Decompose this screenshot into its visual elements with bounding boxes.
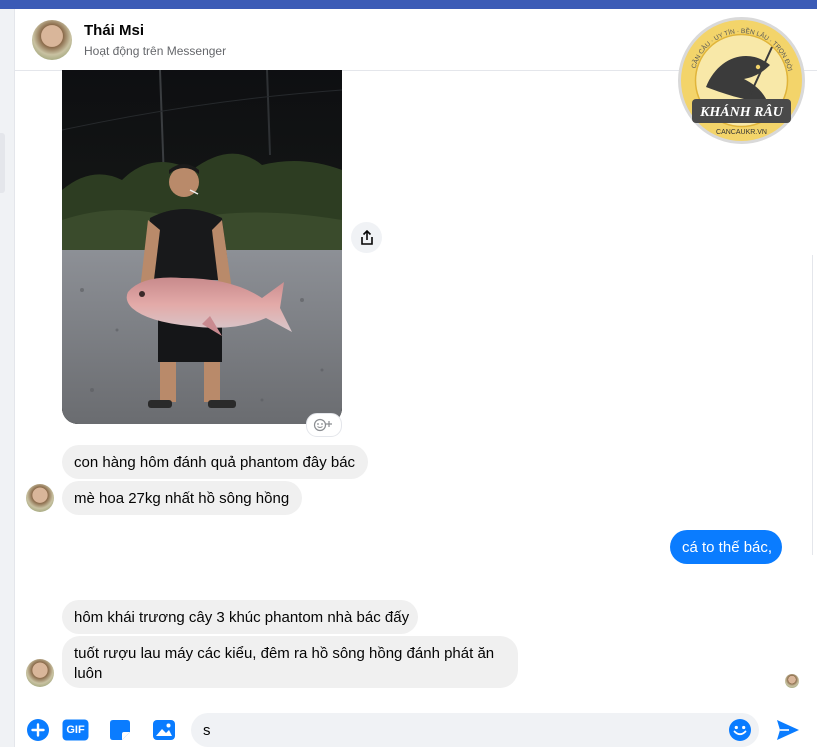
share-icon: [360, 229, 373, 245]
gif-button[interactable]: GIF: [62, 719, 89, 741]
seen-receipt-avatar: [785, 674, 799, 688]
sender-avatar[interactable]: [26, 484, 54, 512]
photo-button[interactable]: [152, 719, 176, 741]
svg-text:CANCAUKR.VN: CANCAUKR.VN: [716, 129, 767, 136]
fishing-photo: [62, 70, 342, 424]
incoming-message[interactable]: hôm khái trương cây 3 khúc phantom nhà b…: [62, 600, 418, 634]
send-icon: [777, 720, 799, 740]
emoji-icon: [729, 719, 751, 741]
left-sidebar-edge: [0, 9, 15, 747]
khanh-rau-logo: KHÁNH RÂU CANCAUKR.VN CẦN CÂU · UY TÍN ·…: [678, 17, 805, 144]
sticker-button[interactable]: [109, 719, 131, 741]
sticker-icon: [110, 720, 130, 740]
contact-name[interactable]: Thái Msi: [84, 22, 144, 39]
contact-status: Hoạt động trên Messenger: [84, 44, 227, 58]
emoji-button[interactable]: [728, 718, 752, 742]
more-actions-button[interactable]: [26, 718, 50, 742]
sender-avatar[interactable]: [26, 659, 54, 687]
incoming-message[interactable]: con hàng hôm đánh quả phantom đây bác: [62, 445, 368, 479]
photo-attachment[interactable]: [62, 70, 342, 424]
incoming-message[interactable]: mè hoa 27kg nhất hồ sông hồng: [62, 481, 302, 515]
add-reaction-button[interactable]: [306, 413, 342, 437]
message-input-wrapper: [191, 713, 759, 747]
plus-circle-icon: [27, 719, 49, 741]
message-input[interactable]: [203, 713, 703, 747]
incoming-message[interactable]: tuốt rượu lau máy các kiểu, đêm ra hồ sô…: [62, 636, 518, 688]
sidebar-scroll-nub[interactable]: [0, 133, 5, 193]
gif-label: GIF: [66, 724, 85, 736]
share-button[interactable]: [351, 222, 382, 253]
right-panel-edge: [812, 255, 817, 555]
send-button[interactable]: [775, 717, 801, 743]
svg-text:KHÁNH RÂU: KHÁNH RÂU: [699, 103, 784, 120]
image-icon: [153, 720, 175, 740]
outgoing-message[interactable]: cá to thế bác,: [670, 530, 782, 564]
window-top-bar: [0, 0, 817, 9]
contact-avatar[interactable]: [32, 20, 72, 60]
smiley-plus-icon: [313, 418, 332, 432]
